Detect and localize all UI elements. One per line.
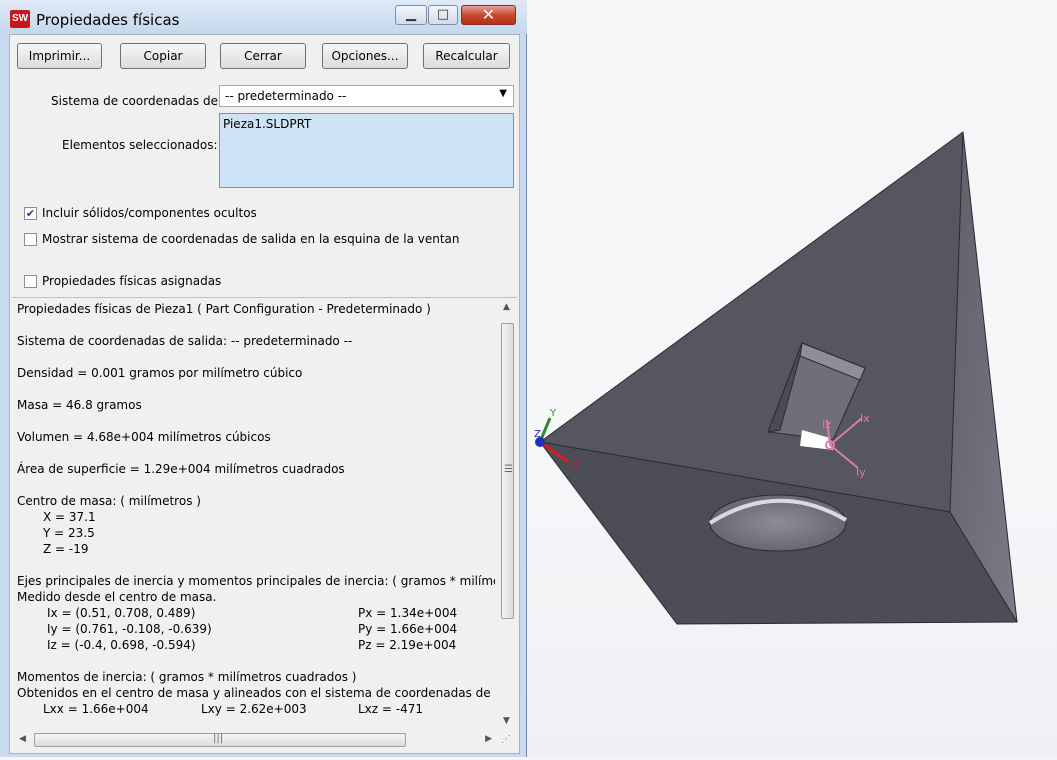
principal-ix-label: Ix bbox=[860, 412, 870, 425]
center-y: Y = 23.5 bbox=[43, 526, 95, 540]
include-hidden-label[interactable]: Incluir sólidos/componentes ocultos bbox=[42, 206, 257, 220]
close-button[interactable]: Cerrar bbox=[220, 43, 306, 69]
print-button[interactable]: Imprimir... bbox=[17, 43, 102, 69]
dialog-panel: Imprimir... Copiar Cerrar Opciones... Re… bbox=[9, 34, 520, 754]
iy-vector: Iy = (0.761, -0.108, -0.639) bbox=[47, 622, 212, 636]
principal-axes-title: Ejes principales de inercia y momentos p… bbox=[17, 574, 495, 588]
assigned-properties-label[interactable]: Propiedades físicas asignadas bbox=[42, 274, 221, 288]
results-content: Propiedades físicas de Pieza1 ( Part Con… bbox=[17, 302, 495, 730]
principal-iz-label: Iz bbox=[822, 418, 831, 431]
principal-iy-label: Iy bbox=[856, 466, 866, 479]
principal-axes-subtitle: Medido desde el centro de masa. bbox=[17, 590, 217, 604]
show-output-coord-checkbox[interactable] bbox=[24, 233, 37, 246]
ix-vector: Ix = (0.51, 0.708, 0.489) bbox=[47, 606, 196, 620]
pz-value: Pz = 2.19e+004 bbox=[358, 638, 457, 652]
center-of-mass-title: Centro de masa: ( milímetros ) bbox=[17, 494, 201, 508]
show-output-coord-label[interactable]: Mostrar sistema de coordenadas de salida… bbox=[42, 232, 460, 246]
physical-properties-dialog: SW Propiedades físicas ▁ □ ✕ Imprimir...… bbox=[0, 0, 527, 757]
coordinate-system-value: -- predeterminado -- bbox=[225, 89, 347, 103]
assigned-properties-checkbox[interactable] bbox=[24, 275, 37, 288]
title-bar[interactable]: SW Propiedades físicas ▁ □ ✕ bbox=[0, 0, 527, 34]
scroll-right-icon[interactable]: ▶ bbox=[485, 734, 492, 744]
coordinate-system-dropdown[interactable]: -- predeterminado -- ▼ bbox=[219, 85, 514, 107]
copy-button[interactable]: Copiar bbox=[120, 43, 206, 69]
close-window-button[interactable]: ✕ bbox=[461, 5, 516, 25]
moments-title: Momentos de inercia: ( gramos * milímetr… bbox=[17, 670, 357, 684]
triad-z-label: Z bbox=[534, 429, 541, 440]
selected-item[interactable]: Pieza1.SLDPRT bbox=[223, 117, 311, 131]
surface-area-line: Área de superficie = 1.29e+004 milímetro… bbox=[17, 462, 345, 476]
scroll-down-icon[interactable]: ▼ bbox=[503, 716, 510, 726]
options-button[interactable]: Opciones... bbox=[322, 43, 408, 69]
minimize-button[interactable]: ▁ bbox=[395, 5, 427, 25]
graphics-viewport[interactable]: Ix Iy Iz X Y Z bbox=[520, 0, 1057, 757]
px-value: Px = 1.34e+004 bbox=[358, 606, 458, 620]
vertical-scroll-thumb[interactable]: ☰ bbox=[501, 323, 514, 619]
model-hole-round[interactable] bbox=[709, 494, 847, 552]
grip-icon: ||| bbox=[213, 733, 224, 744]
scroll-up-icon[interactable]: ▲ bbox=[503, 302, 510, 312]
grip-icon: ☰ bbox=[504, 464, 513, 475]
vertical-scrollbar[interactable]: ▲ ☰ ▼ bbox=[499, 298, 516, 730]
center-x: X = 37.1 bbox=[43, 510, 96, 524]
horizontal-scrollbar[interactable]: ◀ ||| ▶ bbox=[12, 730, 499, 750]
part-model: Ix Iy Iz X Y Z bbox=[534, 131, 1018, 625]
window-title: Propiedades físicas bbox=[36, 11, 180, 29]
lxy-value: Lxy = 2.62e+003 bbox=[201, 702, 307, 716]
iz-vector: Iz = (-0.4, 0.698, -0.594) bbox=[47, 638, 196, 652]
mass-line: Masa = 46.8 gramos bbox=[17, 398, 142, 412]
density-line: Densidad = 0.001 gramos por milímetro cú… bbox=[17, 366, 303, 380]
resize-grip-icon[interactable]: ⋰ bbox=[501, 734, 511, 745]
triad-x-label: X bbox=[572, 460, 579, 471]
coordinate-system-label: Sistema de coordenadas de bbox=[51, 94, 218, 108]
volume-line: Volumen = 4.68e+004 milímetros cúbicos bbox=[17, 430, 271, 444]
maximize-button[interactable]: □ bbox=[428, 5, 458, 25]
py-value: Py = 1.66e+004 bbox=[358, 622, 458, 636]
recalculate-button[interactable]: Recalcular bbox=[423, 43, 510, 69]
horizontal-scroll-thumb[interactable]: ||| bbox=[34, 733, 406, 747]
selected-items-label: Elementos seleccionados: bbox=[62, 138, 218, 152]
results-header: Propiedades físicas de Pieza1 ( Part Con… bbox=[17, 302, 431, 316]
chevron-down-icon[interactable]: ▼ bbox=[499, 88, 507, 99]
lxz-value: Lxz = -471 bbox=[358, 702, 424, 716]
center-z: Z = -19 bbox=[43, 542, 89, 556]
include-hidden-checkbox[interactable]: ✔ bbox=[24, 207, 37, 220]
solidworks-logo-icon: SW bbox=[10, 10, 30, 28]
moments-subtitle: Obtenidos en el centro de masa y alinead… bbox=[17, 686, 495, 700]
triad-y-label: Y bbox=[549, 408, 557, 419]
lxx-value: Lxx = 1.66e+004 bbox=[43, 702, 149, 716]
scroll-left-icon[interactable]: ◀ bbox=[19, 734, 26, 744]
output-coord-line: Sistema de coordenadas de salida: -- pre… bbox=[17, 334, 353, 348]
results-textbox[interactable]: Propiedades físicas de Pieza1 ( Part Con… bbox=[12, 297, 517, 751]
selected-items-list[interactable]: Pieza1.SLDPRT bbox=[219, 113, 514, 188]
